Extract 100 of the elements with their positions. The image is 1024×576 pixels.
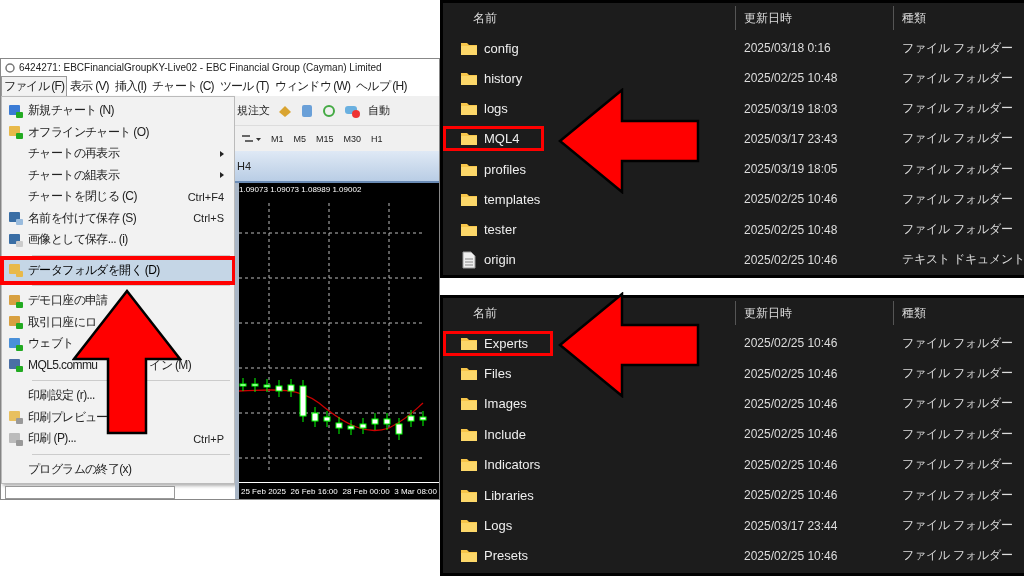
time-axis-label: 26 Feb 16:00 (290, 486, 338, 496)
file-name[interactable]: origin (443, 245, 541, 274)
column-header[interactable]: 名前 (443, 5, 735, 30)
menu-item[interactable]: チャートの再表示 (28, 145, 120, 163)
menu-bar-item[interactable]: ヘルプ (H) (353, 76, 410, 96)
file-type: ファイル フォルダー (901, 39, 1015, 57)
menu-item[interactable]: 取引口座にロ (28, 313, 97, 331)
modified-date: 2025/02/25 10:46 (743, 488, 839, 503)
file-type: ファイル フォルダー (901, 334, 1015, 352)
menu-item[interactable]: チャートの組表示 (28, 166, 120, 184)
modified-date: 2025/02/25 10:46 (743, 252, 839, 267)
modified-date: 2025/02/25 10:46 (743, 366, 839, 381)
time-axis-label: 25 Feb 2025 (241, 486, 286, 496)
chart-tab[interactable]: H4 (235, 160, 252, 172)
file-name[interactable]: config (443, 35, 544, 61)
candlestick (419, 410, 427, 427)
menu-bar-item[interactable]: チャート (C) (149, 76, 217, 96)
menu-bar-item[interactable]: 挿入(I) (111, 76, 150, 96)
app-icon (5, 62, 15, 73)
timeframe-button[interactable]: M1 (269, 133, 286, 144)
modified-date: 2025/02/25 10:46 (743, 548, 839, 563)
menu-item[interactable]: データフォルダを開く (D) (28, 261, 160, 279)
candlestick (335, 416, 343, 435)
auto-trading-button[interactable]: 自動 (368, 103, 390, 118)
modified-date: 2025/02/25 10:46 (743, 457, 839, 472)
menu-item[interactable]: イン (M) (149, 356, 192, 374)
file-name[interactable]: Logs (443, 513, 538, 539)
candlestick (407, 409, 415, 428)
file-type: ファイル フォルダー (901, 547, 1015, 565)
file-type: ファイル フォルダー (901, 190, 1015, 208)
menu-item[interactable]: 画像として保存... (i) (28, 231, 128, 249)
input-field[interactable] (5, 486, 175, 499)
toolbar-icon[interactable] (278, 103, 292, 118)
candlestick (347, 419, 355, 436)
file-name[interactable]: history (443, 65, 548, 91)
menu-item[interactable]: 印刷 (P)... (28, 430, 76, 448)
file-type: ファイル フォルダー (901, 69, 1015, 87)
file-menu: 新規チャート (N) オフラインチャート (O) チャートの再表示 チャートの組表示 チャートを閉じる (C) Ctrl+F4 名前を付けて保存 (S) Ctrl+S 画像として保存... (i) データフォルダを開く (D) デモ口座の申請 取引口座にロ ウェブト MQL5.commu イン (M) 印刷設定 (r)... 印刷プレビュー 印刷 (P)... Ctrl+P プログラムの終了(x) (1, 96, 235, 484)
file-name[interactable]: Files (443, 361, 537, 387)
menu-item[interactable]: 新規チャート (N) (28, 102, 114, 120)
dropdown-icon[interactable] (241, 132, 263, 145)
candlestick (251, 377, 259, 393)
file-name[interactable]: templates (443, 186, 566, 212)
menu-item[interactable]: ウェブト (28, 335, 74, 353)
file-type: ファイル フォルダー (901, 160, 1015, 178)
modified-date: 2025/03/19 18:05 (743, 162, 839, 177)
timeframe-button[interactable]: H1 (369, 133, 385, 144)
modified-date: 2025/03/17 23:43 (743, 131, 839, 146)
menu-item[interactable]: MQL5.commu (28, 358, 98, 373)
candlestick (383, 412, 391, 431)
file-name[interactable]: Indicators (443, 452, 566, 478)
menu-bar-item[interactable]: ファイル (F) (1, 76, 68, 96)
column-header[interactable]: 種類 (893, 5, 1024, 30)
new-order-button[interactable]: 規注文 (237, 103, 270, 118)
price-readout: 1.09073 1.09073 1.08989 1.09002 (239, 184, 363, 194)
candlestick (311, 406, 319, 428)
candlestick (287, 378, 295, 398)
menu-item[interactable]: チャートを閉じる (C) (28, 188, 137, 206)
menu-item[interactable]: プログラムの終了(x) (28, 460, 132, 478)
file-name[interactable]: Experts (443, 330, 554, 356)
column-header[interactable]: 種類 (893, 301, 1024, 325)
submenu-arrow-icon (220, 172, 224, 179)
modified-date: 2025/02/25 10:46 (743, 427, 839, 442)
candlestick (299, 379, 307, 423)
file-name[interactable]: Include (443, 421, 551, 447)
file-type: ファイル フォルダー (901, 130, 1015, 148)
menu-item[interactable]: オフラインチャート (O) (28, 123, 149, 141)
file-name[interactable]: logs (443, 96, 533, 122)
modified-date: 2025/02/25 10:48 (743, 222, 839, 237)
menu-item[interactable]: 名前を付けて保存 (S) (28, 209, 137, 227)
menu-item[interactable]: 印刷プレビュー (28, 408, 108, 426)
timeframe-button[interactable]: M30 (341, 133, 364, 144)
toolbar-icon[interactable] (300, 103, 314, 118)
file-type: ファイル フォルダー (901, 365, 1015, 383)
column-header[interactable]: 更新日時 (735, 301, 893, 325)
file-name[interactable]: Images (443, 391, 552, 417)
file-name[interactable]: Libraries (443, 482, 559, 508)
file-type: ファイル フォルダー (901, 221, 1015, 239)
menu-bar-item[interactable]: ウィンドウ (W) (271, 76, 354, 96)
modified-date: 2025/02/25 10:46 (743, 336, 839, 351)
modified-date: 2025/03/17 23:44 (743, 518, 839, 533)
submenu-arrow-icon (220, 150, 224, 157)
modified-date: 2025/02/25 10:48 (743, 71, 839, 86)
file-name[interactable]: tester (443, 217, 542, 243)
modified-date: 2025/02/25 10:46 (743, 396, 839, 411)
file-type: ファイル フォルダー (901, 425, 1015, 443)
file-name[interactable]: MQL4 (443, 126, 545, 152)
file-name[interactable]: profiles (443, 156, 551, 182)
menu-item[interactable]: デモ口座の申請 (28, 292, 108, 310)
file-name[interactable]: Presets (443, 543, 554, 569)
column-header[interactable]: 更新日時 (735, 5, 893, 30)
timeframe-button[interactable]: M15 (314, 133, 336, 144)
menu-item[interactable]: 印刷設定 (r)... (28, 387, 95, 405)
time-axis-label: 28 Feb 00:00 (342, 486, 390, 496)
menu-bar-item[interactable]: 表示 (V) (67, 76, 112, 96)
column-header[interactable]: 名前 (443, 301, 735, 325)
timeframe-button[interactable]: M5 (291, 133, 309, 144)
candlestick (323, 410, 331, 428)
menu-bar-item[interactable]: ツール (T) (216, 76, 272, 96)
modified-date: 2025/03/19 18:03 (743, 101, 839, 116)
